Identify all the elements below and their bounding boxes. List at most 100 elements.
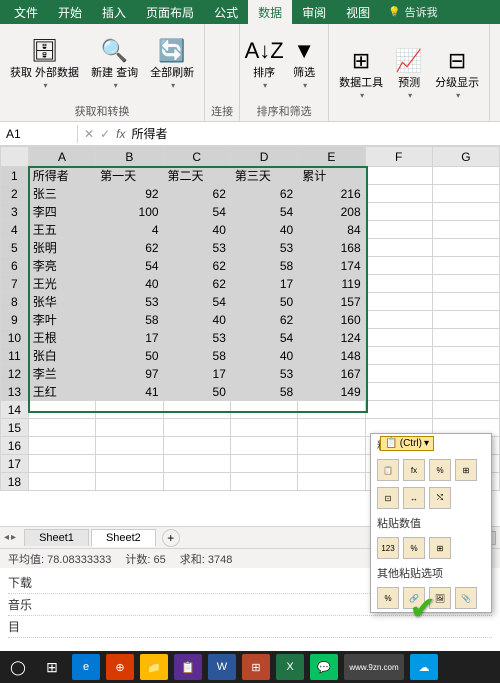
cell[interactable]: 第一天 [96, 167, 163, 185]
taskbar-app[interactable]: 📁 [140, 654, 168, 680]
row-header[interactable]: 17 [1, 455, 29, 473]
cell[interactable]: 216 [298, 185, 365, 203]
cell[interactable]: 4 [96, 221, 163, 239]
taskview-button[interactable]: ⊞ [38, 654, 66, 680]
paste-option-fx[interactable]: fx [403, 459, 425, 481]
row-header[interactable]: 16 [1, 437, 29, 455]
cell[interactable]: 54 [163, 203, 230, 221]
cell[interactable] [96, 455, 163, 473]
cell[interactable] [298, 455, 365, 473]
cell[interactable] [298, 401, 365, 419]
cell[interactable]: 168 [298, 239, 365, 257]
cell[interactable] [365, 239, 432, 257]
menu-tab-开始[interactable]: 开始 [48, 0, 92, 25]
cell[interactable]: 41 [96, 383, 163, 401]
taskbar-app[interactable]: 📋 [174, 654, 202, 680]
row-header[interactable]: 3 [1, 203, 29, 221]
column-header[interactable]: A [28, 147, 95, 167]
row-header[interactable]: 14 [1, 401, 29, 419]
menu-tab-视图[interactable]: 视图 [336, 0, 380, 25]
cell[interactable]: 张三 [28, 185, 95, 203]
cell[interactable]: 第二天 [163, 167, 230, 185]
paste-option-paste[interactable]: 📋 [377, 459, 399, 481]
cell[interactable]: 174 [298, 257, 365, 275]
cell[interactable] [432, 383, 499, 401]
cell[interactable]: 所得者 [28, 167, 95, 185]
column-header[interactable]: G [432, 147, 499, 167]
cell[interactable]: 17 [96, 329, 163, 347]
cell[interactable] [163, 401, 230, 419]
cell[interactable]: 97 [96, 365, 163, 383]
row-header[interactable]: 4 [1, 221, 29, 239]
cell[interactable] [230, 401, 297, 419]
cell[interactable] [432, 203, 499, 221]
taskbar-app[interactable]: ⊕ [106, 654, 134, 680]
cell[interactable] [365, 329, 432, 347]
cell[interactable]: 王五 [28, 221, 95, 239]
row-header[interactable]: 15 [1, 419, 29, 437]
paste-option-src123[interactable]: ⊞ [429, 537, 451, 559]
paste-option-fmt[interactable]: % [377, 587, 399, 609]
cell[interactable] [365, 401, 432, 419]
menu-tab-文件[interactable]: 文件 [4, 0, 48, 25]
cell[interactable]: 160 [298, 311, 365, 329]
cell[interactable]: 李叶 [28, 311, 95, 329]
ribbon-button[interactable]: ⊞数据工具 [335, 45, 387, 102]
cell[interactable] [432, 365, 499, 383]
cell[interactable] [432, 401, 499, 419]
paste-option-%123[interactable]: % [403, 537, 425, 559]
paste-option-link[interactable]: 🔗 [403, 587, 425, 609]
cell[interactable] [432, 293, 499, 311]
column-header[interactable]: B [96, 147, 163, 167]
cell[interactable]: 王根 [28, 329, 95, 347]
cell[interactable] [28, 401, 95, 419]
menu-tab-公式[interactable]: 公式 [204, 0, 248, 25]
cell[interactable] [432, 239, 499, 257]
cell[interactable]: 张华 [28, 293, 95, 311]
menu-tab-数据[interactable]: 数据 [248, 0, 292, 25]
cell[interactable]: 53 [230, 239, 297, 257]
sheet-nav-button[interactable]: ◂ [4, 532, 9, 543]
cell[interactable] [28, 455, 95, 473]
row-header[interactable]: 18 [1, 473, 29, 491]
cell[interactable]: 王光 [28, 275, 95, 293]
cell[interactable] [230, 473, 297, 491]
row-header[interactable]: 6 [1, 257, 29, 275]
cell[interactable] [230, 419, 297, 437]
cell[interactable]: 62 [230, 185, 297, 203]
ribbon-button[interactable]: 🗄获取 外部数据 [6, 35, 83, 92]
row-header[interactable]: 2 [1, 185, 29, 203]
cell[interactable]: 84 [298, 221, 365, 239]
cell[interactable] [365, 365, 432, 383]
cell[interactable] [365, 293, 432, 311]
cell[interactable] [298, 419, 365, 437]
cell[interactable]: 62 [163, 257, 230, 275]
ribbon-button[interactable]: 🔄全部刷新 [146, 35, 198, 92]
formula-input[interactable] [131, 127, 331, 141]
paste-option-123[interactable]: 123 [377, 537, 399, 559]
menu-tab-插入[interactable]: 插入 [92, 0, 136, 25]
cell[interactable]: 17 [230, 275, 297, 293]
cell[interactable]: 157 [298, 293, 365, 311]
taskbar-app[interactable]: www.9zn.com [344, 654, 404, 680]
cell[interactable]: 50 [96, 347, 163, 365]
cell[interactable]: 54 [230, 203, 297, 221]
cell[interactable]: 李兰 [28, 365, 95, 383]
sheet-tab[interactable]: Sheet1 [24, 529, 89, 546]
cell[interactable] [365, 275, 432, 293]
cell[interactable] [432, 329, 499, 347]
cell[interactable] [298, 473, 365, 491]
cell[interactable]: 62 [96, 239, 163, 257]
row-header[interactable]: 1 [1, 167, 29, 185]
cell[interactable]: 李四 [28, 203, 95, 221]
cell[interactable]: 58 [230, 383, 297, 401]
cell[interactable] [432, 347, 499, 365]
cell[interactable] [365, 167, 432, 185]
ribbon-button[interactable]: 📈预测 [391, 45, 427, 102]
cell[interactable]: 58 [230, 257, 297, 275]
cell[interactable] [163, 473, 230, 491]
cell[interactable]: 50 [163, 383, 230, 401]
cell[interactable] [163, 437, 230, 455]
cell[interactable] [230, 437, 297, 455]
paste-option-%fx[interactable]: % [429, 459, 451, 481]
